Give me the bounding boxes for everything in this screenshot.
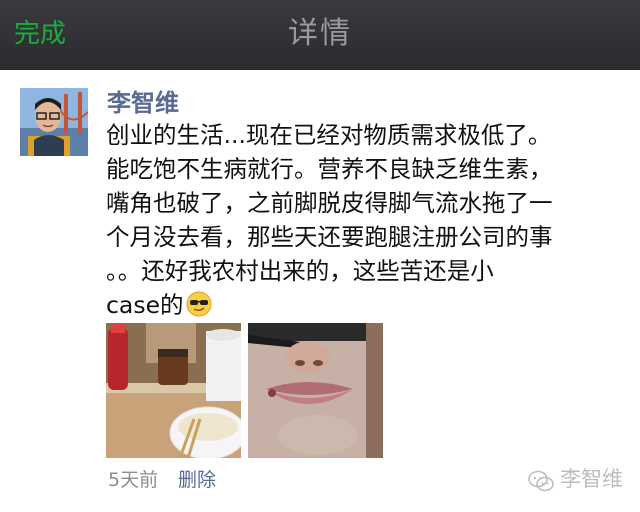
post-text-last-line: case的 [106, 288, 626, 322]
navigation-bar: 完成 详情 [0, 0, 640, 70]
post-timestamp: 5天前 [108, 469, 159, 491]
delete-button[interactable]: 删除 [178, 467, 216, 493]
wechat-icon [528, 470, 554, 492]
lip-photo[interactable] [248, 323, 383, 458]
food-photo-image [106, 323, 241, 458]
post-text-line: 嘴角也破了，之前脚脱皮得脚气流水拖了一 [106, 189, 553, 217]
avatar[interactable] [20, 88, 88, 156]
watermark: 李智维 [528, 464, 623, 494]
post-text: 创业的生活...现在已经对物质需求极低了。 能吃饱不生病就行。营养不良缺乏维生素… [106, 118, 626, 322]
post-text-line: case的 [106, 291, 184, 319]
author-name[interactable]: 李智维 [107, 86, 179, 120]
post-text-line: 个月没去看，那些天还要跑腿注册公司的事 [106, 223, 553, 251]
post-text-line: 。。还好我农村出来的，这些苦还是小 [106, 257, 494, 285]
post-text-line: 创业的生活...现在已经对物质需求极低了。 [106, 121, 552, 149]
avatar-image [20, 88, 88, 156]
post-text-line: 能吃饱不生病就行。营养不良缺乏维生素， [106, 155, 553, 183]
page-title: 详情 [288, 16, 352, 51]
food-photo[interactable] [106, 323, 241, 458]
lip-photo-image [248, 323, 383, 458]
watermark-text: 李智维 [560, 467, 623, 491]
cool-sunglasses-emoji-icon [186, 291, 212, 317]
